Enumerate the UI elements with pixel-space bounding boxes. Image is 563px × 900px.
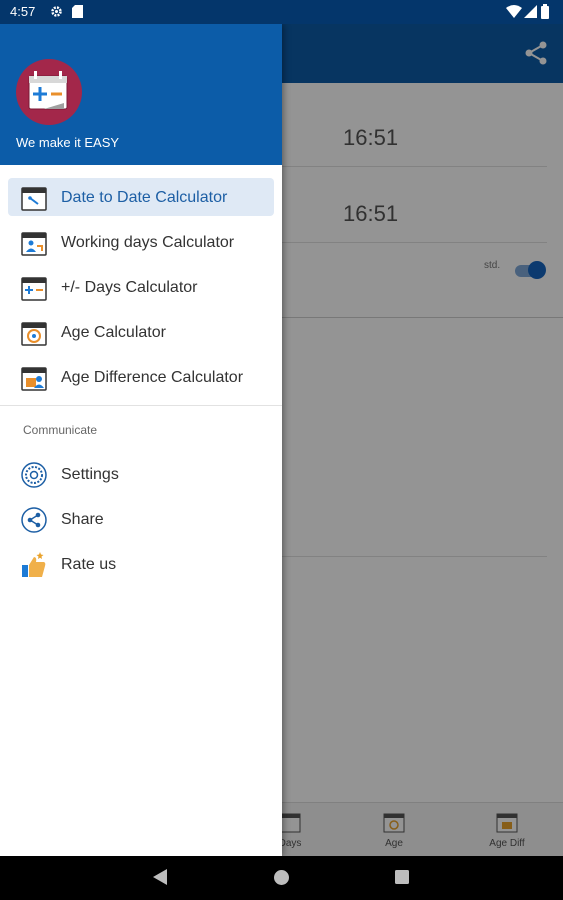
sd-card-icon: [72, 5, 83, 23]
system-navigation-bar: [0, 856, 563, 900]
calendar-date-icon: [20, 184, 48, 212]
share-icon: [20, 506, 48, 534]
app-tagline: We make it EASY: [16, 135, 120, 150]
calendar-working-icon: [20, 229, 48, 257]
calendar-plus-minus-icon: [20, 274, 48, 302]
menu-label: Share: [61, 510, 104, 528]
menu-item-date-to-date[interactable]: Date to Date Calculator: [0, 175, 282, 220]
status-bar: 4:57: [0, 0, 563, 24]
battery-icon: [541, 4, 549, 24]
menu-label: Rate us: [61, 555, 117, 573]
menu-label: Date to Date Calculator: [61, 188, 228, 206]
rate-us-icon: [20, 551, 48, 579]
communicate-menu: Settings Share Rate us: [0, 452, 282, 587]
menu-label: Age Difference Calculator: [61, 368, 244, 386]
recents-icon[interactable]: [395, 870, 409, 889]
menu-item-share[interactable]: Share: [0, 497, 282, 542]
menu-item-age[interactable]: Age Calculator: [0, 310, 282, 355]
signal-icon: [524, 5, 537, 23]
section-title-communicate: Communicate: [23, 423, 98, 437]
app-logo: [16, 59, 82, 125]
navigation-drawer: We make it EASY Date to Date Calculator …: [0, 24, 282, 856]
menu-item-plus-minus-days[interactable]: +/- Days Calculator: [0, 265, 282, 310]
calendar-age-icon: [20, 319, 48, 347]
wifi-icon: [506, 5, 522, 23]
menu-label: Settings: [61, 465, 119, 483]
menu-label: Working days Calculator: [61, 233, 235, 251]
menu-label: +/- Days Calculator: [61, 278, 198, 296]
menu-item-age-difference[interactable]: Age Difference Calculator: [0, 355, 282, 400]
menu-item-rate-us[interactable]: Rate us: [0, 542, 282, 587]
status-time: 4:57: [10, 4, 36, 19]
home-icon[interactable]: [273, 869, 290, 891]
menu-item-working-days[interactable]: Working days Calculator: [0, 220, 282, 265]
calculator-menu: Date to Date Calculator Working days Cal…: [0, 175, 282, 400]
back-icon[interactable]: [152, 868, 168, 891]
menu-item-settings[interactable]: Settings: [0, 452, 282, 497]
menu-divider: [0, 405, 282, 406]
settings-status-icon: [50, 5, 63, 23]
settings-icon: [20, 461, 48, 489]
calendar-age-diff-icon: [20, 364, 48, 392]
drawer-header: We make it EASY: [0, 24, 282, 165]
menu-label: Age Calculator: [61, 323, 166, 341]
